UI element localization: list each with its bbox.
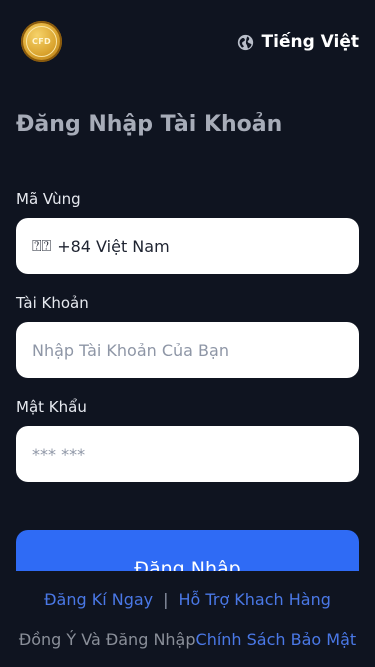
privacy-policy-link[interactable]: Chính Sách Bảo Mật <box>196 630 357 649</box>
language-label: Tiếng Việt <box>261 32 359 52</box>
brand-logo: CFD <box>21 21 62 62</box>
link-separator: | <box>163 590 169 609</box>
region-label: Mã Vùng <box>16 190 81 208</box>
header: CFD Tiếng Việt <box>0 0 375 84</box>
login-button[interactable]: Đăng Nhập <box>16 530 359 571</box>
password-input[interactable] <box>16 426 359 482</box>
language-selector[interactable]: Tiếng Việt <box>237 31 359 53</box>
region-select[interactable]: ⍰⍰ +84 Việt Nam <box>16 218 359 274</box>
globe-icon <box>237 34 253 50</box>
policy-notice: Đồng Ý Và Đăng NhậpChính Sách Bảo Mật <box>0 630 375 649</box>
account-label: Tài Khoản <box>16 294 89 312</box>
footer: Đăng Kí Ngay | Hỗ Trợ Khach Hàng Đồng Ý … <box>0 571 375 667</box>
password-label: Mật Khẩu <box>16 398 87 416</box>
region-value: +84 Việt Nam <box>57 236 170 256</box>
logo-text: CFD <box>26 26 57 57</box>
login-screen: CFD Tiếng Việt Đăng Nhập Tài Khoản Mã Vù… <box>0 0 375 667</box>
page-title: Đăng Nhập Tài Khoản <box>16 112 283 137</box>
footer-links: Đăng Kí Ngay | Hỗ Trợ Khach Hàng <box>0 590 375 609</box>
account-input[interactable] <box>16 322 359 378</box>
flag-icon: ⍰⍰ <box>32 236 52 255</box>
login-button-wrapper: Đăng Nhập <box>16 530 359 571</box>
support-link[interactable]: Hỗ Trợ Khach Hàng <box>179 590 331 609</box>
register-link[interactable]: Đăng Kí Ngay <box>44 590 153 609</box>
policy-prefix: Đồng Ý Và Đăng Nhập <box>18 630 196 649</box>
